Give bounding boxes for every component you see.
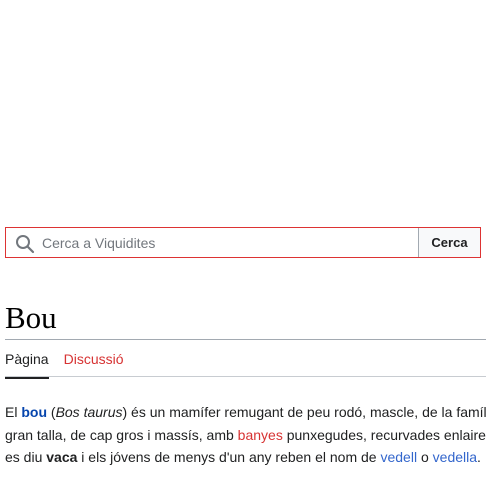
article-body: El bou (Bos taurus) és un mamífer remuga… [5,401,486,469]
page-tabs: Pàgina Discussió [5,351,139,379]
latin-name: Bos taurus [55,404,123,420]
link-vedella[interactable]: vedella [433,449,477,465]
text: o [417,449,433,465]
term-vaca: vaca [46,449,78,465]
text: . [477,449,481,465]
link-banyes[interactable]: banyes [238,427,283,443]
text: gran talla, de cap gros i massís, amb [5,426,238,443]
link-vedell[interactable]: vedell [380,449,417,465]
article-line: es diu vaca i els jóvens de menys d'un a… [5,446,486,469]
article-line: El bou (Bos taurus) és un mamífer remuga… [5,401,486,424]
tab-page[interactable]: Pàgina [5,351,49,379]
text: El [5,404,22,420]
search-input[interactable] [6,228,418,257]
text: punxegudes, recurvades enlaire [282,426,486,443]
text: ) és un mamífer remugant de peu rodó, ma… [122,404,486,420]
link-bou[interactable]: bou [21,404,47,420]
search-box: Cerca [5,227,481,258]
search-field [6,228,418,257]
search-icon [16,235,35,254]
tabs-divider [5,376,486,377]
tab-discussion[interactable]: Discussió [64,351,124,379]
page-title: Bou [5,300,57,335]
text: es diu [5,449,47,465]
text: ( [47,404,56,420]
title-divider [5,339,486,340]
search-button[interactable]: Cerca [418,228,480,257]
article-line: gran talla, de cap gros i massís, amb ba… [5,424,486,447]
text: i els jóvens de menys d'un any reben el … [77,449,381,465]
